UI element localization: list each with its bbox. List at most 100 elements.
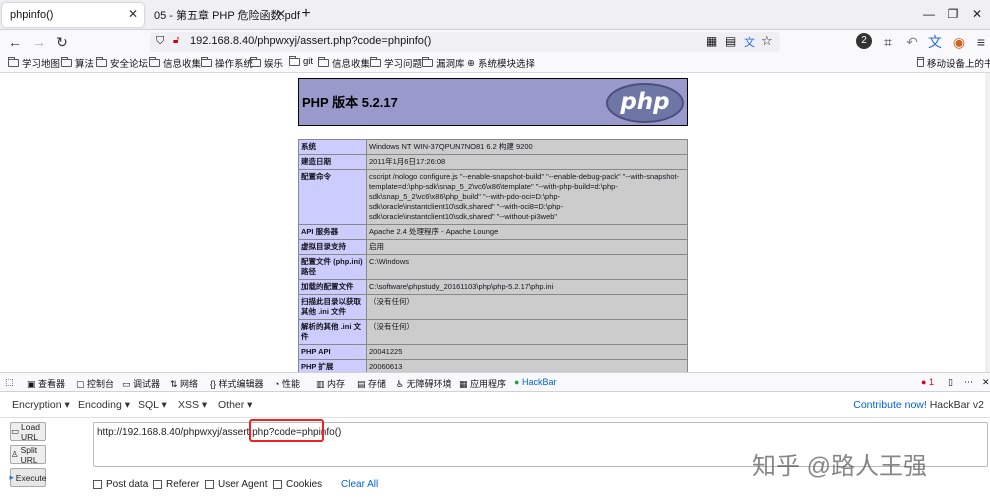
phpinfo-key: PHP 扩展 bbox=[298, 359, 367, 372]
bookmark-item[interactable]: 信息收集 bbox=[149, 56, 201, 70]
bookmark-item[interactable]: 安全论坛 bbox=[96, 56, 148, 70]
bookmark-item[interactable]: 娱乐 bbox=[250, 56, 283, 70]
tab-storage[interactable]: ▤ 存储 bbox=[357, 377, 386, 390]
folder-icon bbox=[289, 55, 300, 66]
translate-extension-icon[interactable]: 文 bbox=[926, 33, 944, 51]
folder-icon bbox=[318, 57, 329, 67]
menu-sql[interactable]: SQL ▾ bbox=[138, 399, 167, 411]
folder-icon bbox=[149, 57, 160, 67]
phpinfo-row: 系统 Windows NT WIN-37QPUN7NO81 6.2 构建 9200 bbox=[298, 139, 688, 155]
bookmark-item[interactable]: 操作系统 bbox=[201, 56, 253, 70]
shield-icon[interactable]: ⛉ bbox=[156, 35, 164, 48]
checkbox-cookies[interactable]: Cookies bbox=[273, 479, 322, 490]
tab-memory[interactable]: ▥ 内存 bbox=[316, 377, 345, 390]
phpinfo-value: 20041225 bbox=[366, 344, 688, 360]
checkbox-referer[interactable]: Referer bbox=[153, 479, 199, 490]
phpinfo-row: 建造日期 2011年1月6日17:26:08 bbox=[298, 154, 688, 170]
tab-style-editor[interactable]: {} 样式编辑器 bbox=[210, 377, 264, 390]
menu-other[interactable]: Other ▾ bbox=[218, 399, 252, 411]
contribute-link[interactable]: Contribute now! bbox=[853, 399, 927, 411]
extension-badge-icon[interactable]: 2 bbox=[856, 33, 872, 49]
close-tab-icon[interactable]: ✕ bbox=[276, 7, 286, 21]
phpinfo-key: 建造日期 bbox=[298, 154, 367, 170]
devtools-toolbar: ⬚ ▣ 查看器 ▢ 控制台 ▭ 调试器 ⇅ 网络 {} 样式编辑器 ◔ 性能 ▥… bbox=[0, 372, 990, 392]
tab-debugger[interactable]: ▭ 调试器 bbox=[122, 377, 160, 390]
tab-application[interactable]: ▦ 应用程序 bbox=[459, 377, 506, 390]
folder-icon bbox=[61, 57, 72, 67]
bookmark-item[interactable]: ⊕ 系统模块选择 bbox=[467, 56, 535, 71]
bookmark-item[interactable]: 学习地图 bbox=[8, 56, 60, 70]
tab-console[interactable]: ▢ 控制台 bbox=[76, 377, 114, 390]
address-bar[interactable]: ⛉ 🔓︎ 192.168.8.40/phpwxyj/assert.php?cod… bbox=[150, 32, 780, 52]
checkbox-post-data[interactable]: Post data bbox=[93, 479, 148, 490]
qr-code-icon[interactable]: ▦ bbox=[706, 34, 717, 48]
bookmark-item[interactable]: 算法 bbox=[61, 56, 94, 70]
new-tab-button[interactable]: + bbox=[295, 4, 317, 24]
phpinfo-value: C:\software\phpstudy_20161103\php\php-5.… bbox=[366, 279, 688, 295]
phpinfo-key: 加载的配置文件 bbox=[298, 279, 367, 295]
close-tab-icon[interactable]: ✕ bbox=[128, 7, 138, 21]
crop-icon[interactable]: ⌗ bbox=[879, 33, 897, 51]
insecure-lock-icon[interactable]: 🔓︎ bbox=[173, 35, 179, 46]
back-icon[interactable]: ← bbox=[6, 33, 24, 51]
minimize-button[interactable]: — bbox=[918, 4, 940, 24]
error-count-badge[interactable]: ● 1 bbox=[921, 377, 934, 387]
split-url-button[interactable]: ♙ Split URL bbox=[10, 445, 46, 465]
tab-pdf[interactable]: 05 - 第五章 PHP 危险函数.pdf ✕ bbox=[146, 3, 300, 27]
menu-encoding[interactable]: Encoding ▾ bbox=[78, 399, 130, 411]
mobile-bookmarks[interactable]: 移动设备上的书签 bbox=[917, 56, 990, 70]
contribute-link-area: Contribute now! HackBar v2 bbox=[853, 399, 984, 411]
checkbox-user-agent[interactable]: User Agent bbox=[205, 479, 267, 490]
extension-icon[interactable]: ◉ bbox=[950, 33, 968, 51]
hackbar-icon: ● bbox=[514, 377, 520, 387]
bookmark-item[interactable]: 学习问题 bbox=[370, 56, 422, 70]
tab-accessibility[interactable]: ♿︎ 无障碍环境 bbox=[396, 377, 452, 390]
phpinfo-value: 启用 bbox=[366, 239, 688, 255]
folder-icon bbox=[422, 57, 433, 67]
hackbar-version: HackBar v2 bbox=[929, 399, 984, 411]
phpinfo-row: 配置文件 (php.ini) 路径 C:\Windows bbox=[298, 254, 688, 280]
phpinfo-key: 虚拟目录支持 bbox=[298, 239, 367, 255]
tab-phpinfo[interactable]: phpinfo() ✕ bbox=[2, 3, 144, 27]
more-options-icon[interactable]: ⋯ bbox=[964, 377, 973, 388]
bookmark-item[interactable]: git bbox=[289, 55, 313, 67]
play-icon: ▸ bbox=[9, 472, 14, 482]
bookmarks-toolbar: 学习地图 算法 安全论坛 信息收集 操作系统 娱乐 git 信息收集 学习问题 … bbox=[0, 54, 990, 73]
bookmark-star-icon[interactable]: ☆ bbox=[761, 33, 773, 49]
menu-encryption[interactable]: Encryption ▾ bbox=[12, 399, 70, 411]
load-url-button[interactable]: ▭ Load URL bbox=[10, 422, 46, 442]
phpinfo-value: （没有任何） bbox=[366, 294, 688, 320]
restore-button[interactable]: ❐ bbox=[942, 4, 964, 24]
forward-icon[interactable]: → bbox=[30, 33, 48, 51]
menu-icon[interactable]: ≡ bbox=[972, 33, 990, 51]
close-devtools-icon[interactable]: ✕ bbox=[982, 377, 990, 388]
clear-all-link[interactable]: Clear All bbox=[341, 479, 378, 490]
tab-title: phpinfo() bbox=[10, 9, 54, 21]
url-text: 192.168.8.40/phpwxyj/assert.php?code=php… bbox=[190, 35, 432, 47]
tab-performance[interactable]: ◔ 性能 bbox=[274, 377, 300, 390]
folder-icon bbox=[201, 57, 212, 67]
phpinfo-row: 解析的其他 .ini 文件 （没有任何） bbox=[298, 319, 688, 345]
execute-button[interactable]: ▸ Execute bbox=[9, 468, 47, 487]
bookmark-item[interactable]: 信息收集 bbox=[318, 56, 370, 70]
php-version-title: PHP 版本 5.2.17 bbox=[302, 95, 398, 110]
translate-icon[interactable]: 文 bbox=[744, 34, 755, 50]
page-content: PHP 版本 5.2.17 php 系统 Windows NT WIN-37QPU… bbox=[0, 73, 990, 372]
tab-network[interactable]: ⇅ 网络 bbox=[170, 377, 198, 390]
dock-icon[interactable]: ▯ bbox=[948, 377, 953, 388]
phpinfo-value: Apache 2.4 处理程序 - Apache Lounge bbox=[366, 224, 688, 240]
phpinfo-value: 2011年1月6日17:26:08 bbox=[366, 154, 688, 170]
tab-strip: phpinfo() ✕ 05 - 第五章 PHP 危险函数.pdf ✕ + — … bbox=[0, 0, 990, 30]
page-scrollbar[interactable] bbox=[985, 73, 990, 372]
reader-view-icon[interactable]: ▤ bbox=[725, 34, 736, 48]
element-picker-icon[interactable]: ⬚ bbox=[5, 377, 14, 388]
reload-icon[interactable]: ↻ bbox=[53, 33, 71, 51]
phpinfo-value: C:\Windows bbox=[366, 254, 688, 280]
phpinfo-key: 系统 bbox=[298, 139, 367, 155]
undo-icon[interactable]: ↶ bbox=[903, 33, 921, 51]
close-window-button[interactable]: ✕ bbox=[966, 4, 988, 24]
bookmark-item[interactable]: 漏洞库 bbox=[422, 56, 465, 70]
menu-xss[interactable]: XSS ▾ bbox=[178, 399, 207, 411]
tab-inspector[interactable]: ▣ 查看器 bbox=[27, 377, 65, 390]
tab-hackbar[interactable]: ● HackBar bbox=[514, 377, 556, 387]
